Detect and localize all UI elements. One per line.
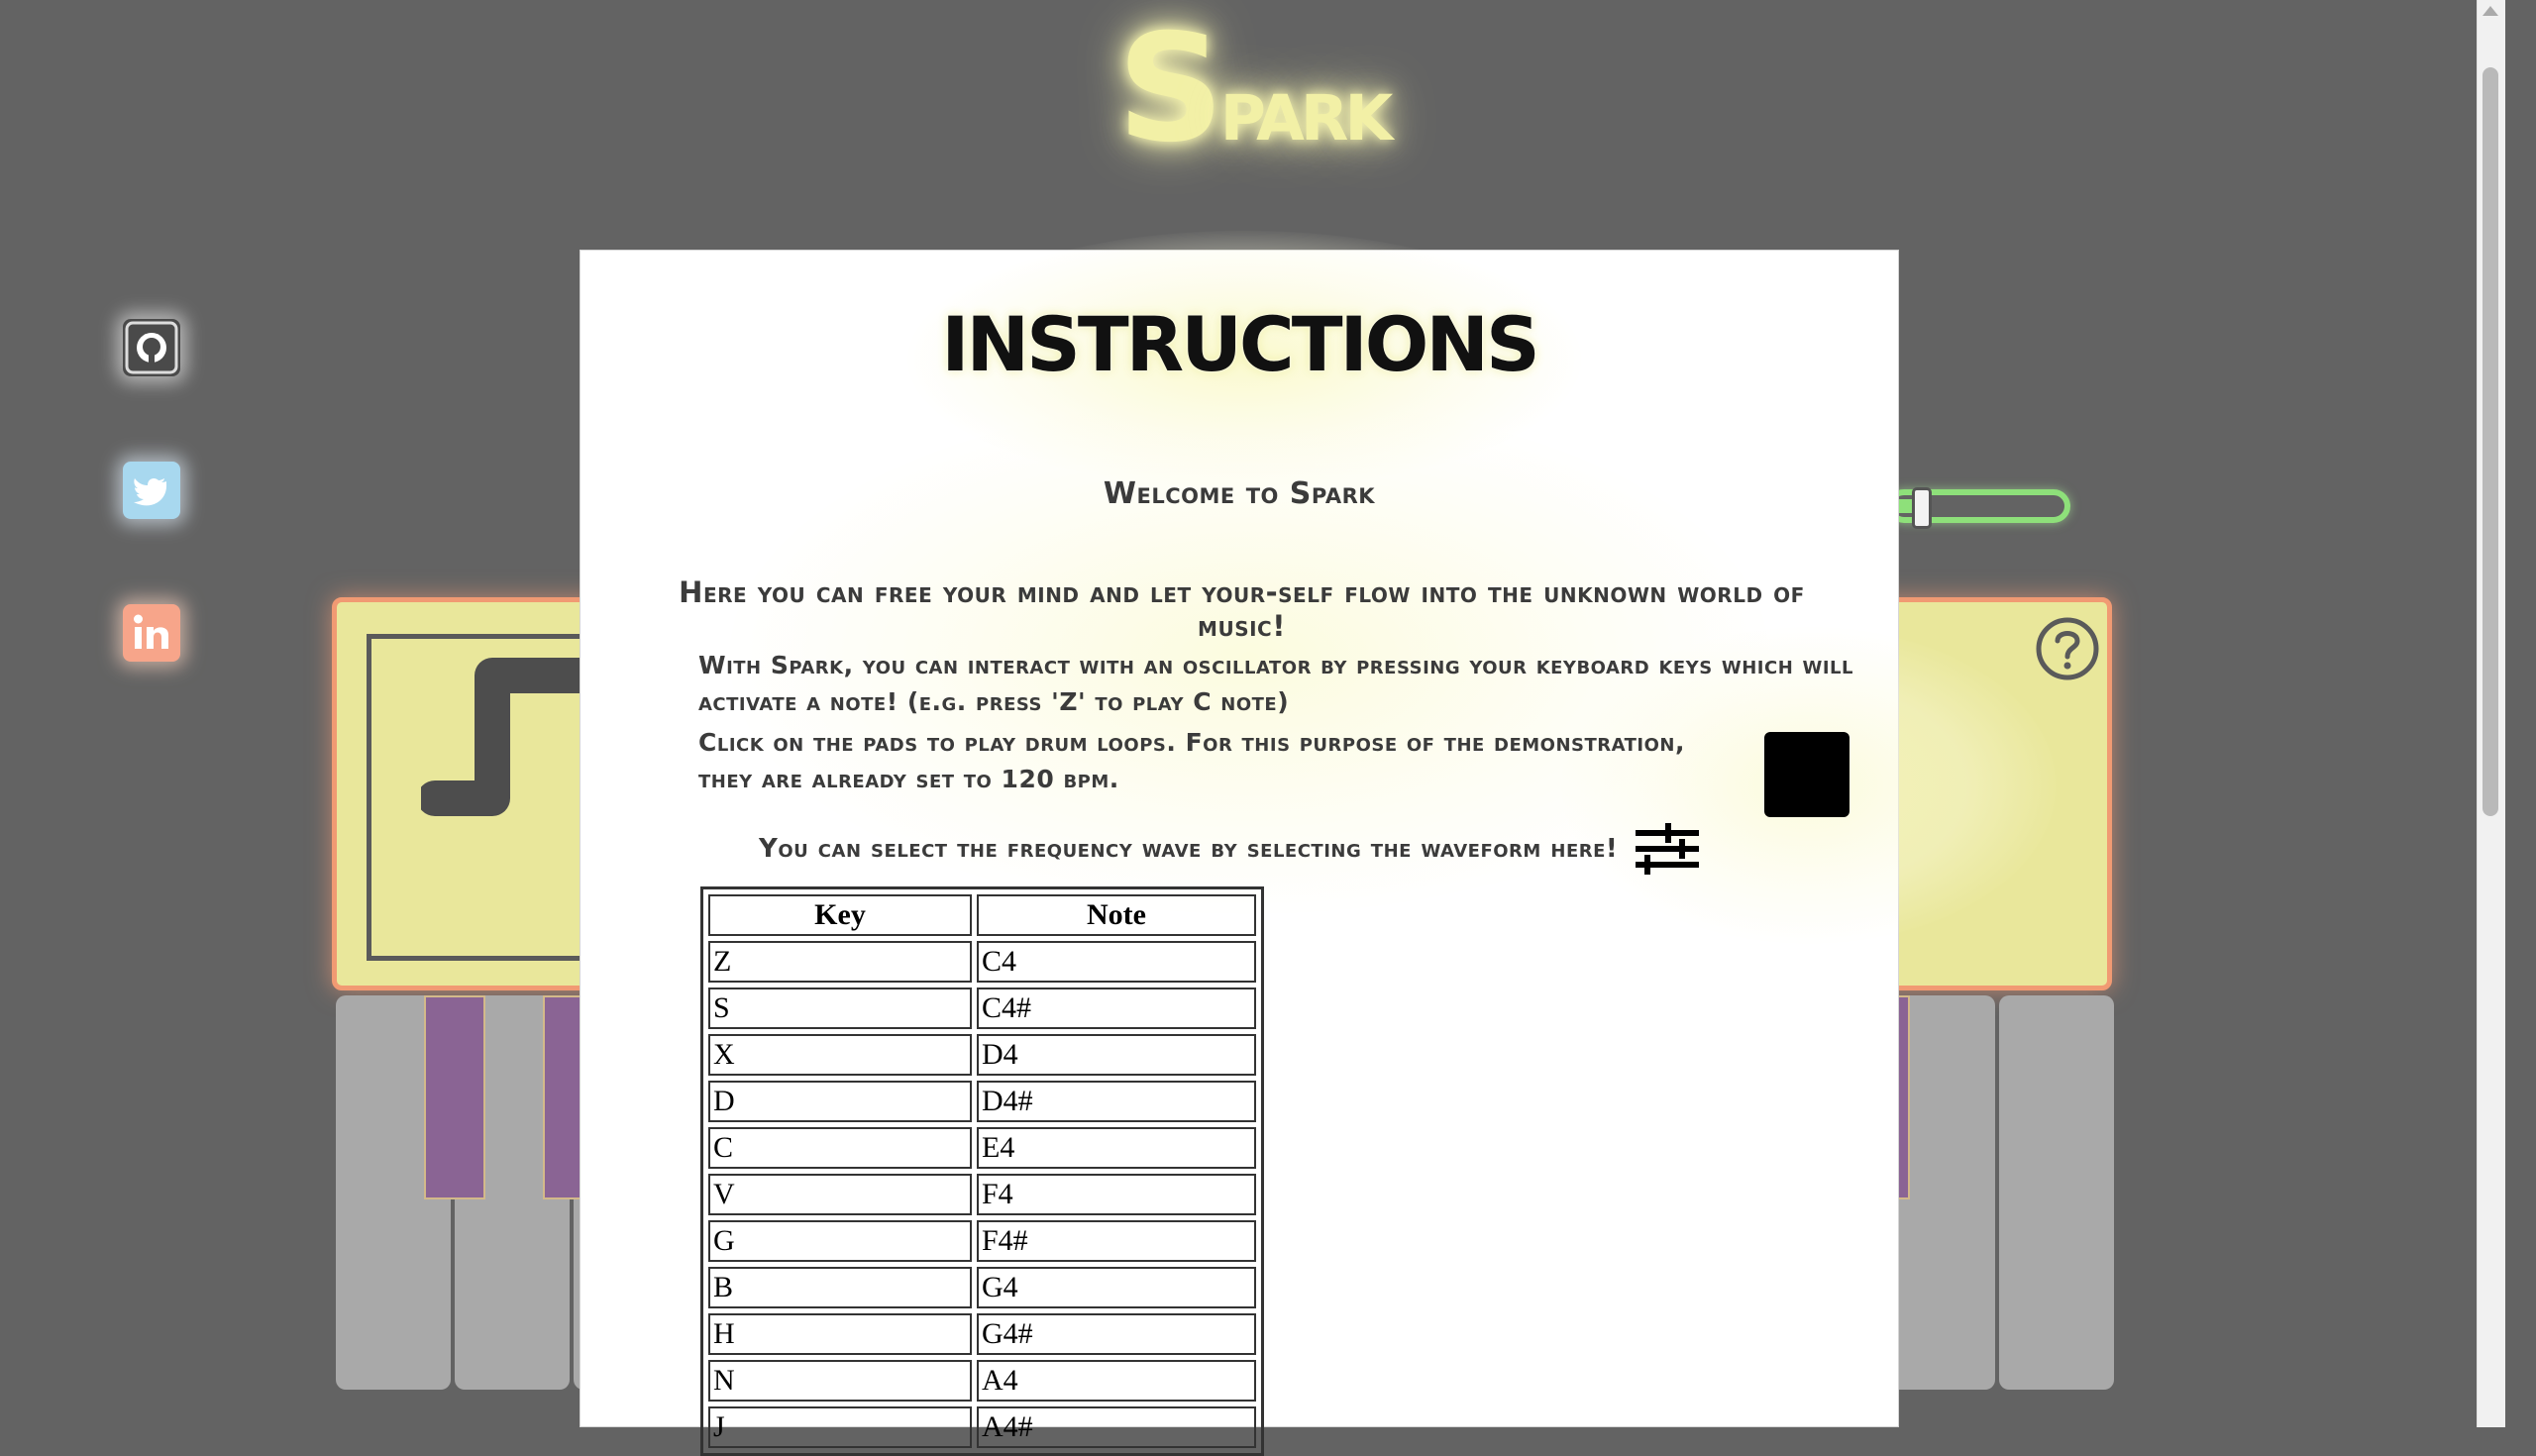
table-row: H G4# [708,1313,1256,1355]
table-row: D D4# [708,1081,1256,1122]
key-cell: G [708,1220,972,1262]
note-cell: C4# [977,988,1256,1029]
table-row: N A4 [708,1360,1256,1402]
note-cell: G4# [977,1313,1256,1355]
note-cell: D4# [977,1081,1256,1122]
modal-title: INSTRUCTIONS [941,300,1540,388]
sliders-icon[interactable] [1635,821,1699,877]
waveform-instruction: You can select the frequency wave by sel… [759,821,1759,877]
piano-black-key[interactable] [424,995,485,1199]
note-cell: F4# [977,1220,1256,1262]
table-header-row: Key Note [708,894,1256,936]
key-cell: H [708,1313,972,1355]
note-cell: A4 [977,1360,1256,1402]
scroll-up-arrow-icon[interactable] [2483,6,2498,16]
key-cell: J [708,1406,972,1448]
oscillator-text: With Spark, you can interact with an osc… [698,651,1853,716]
table-row: B G4 [708,1267,1256,1308]
intro-text: Here you can free your mind and let your… [679,575,1805,643]
note-cell: A4# [977,1406,1256,1448]
note-cell: E4 [977,1127,1256,1169]
note-cell: G4 [977,1267,1256,1308]
twitter-link[interactable] [123,462,180,519]
note-cell: D4 [977,1034,1256,1076]
table-row: G F4# [708,1220,1256,1262]
question-circle-icon[interactable] [2033,614,2102,683]
key-cell: S [708,988,972,1029]
column-header-note: Note [977,894,1256,936]
table-row: J A4# [708,1406,1256,1448]
github-link[interactable] [123,319,180,376]
volume-slider-thumb[interactable] [1912,487,1932,529]
welcome-heading: Welcome to Spark [1103,476,1376,511]
twitter-icon [134,477,167,506]
table-row: S C4# [708,988,1256,1029]
key-cell: D [708,1081,972,1122]
column-header-key: Key [708,894,972,936]
table-row: V F4 [708,1174,1256,1215]
key-cell: C [708,1127,972,1169]
table-row: X D4 [708,1034,1256,1076]
linkedin-link[interactable] [123,604,180,662]
key-cell: X [708,1034,972,1076]
waveform-text: You can select the frequency wave by sel… [759,834,1619,864]
app-logo: Spark [1116,3,1394,175]
key-note-table: Key Note Z C4 S C4# X D4 D D4# C E4 V F4 G F4# … [700,886,1264,1456]
key-cell: Z [708,941,972,983]
key-cell: V [708,1174,972,1215]
table-row: C E4 [708,1127,1256,1169]
scrollbar-thumb[interactable] [2483,67,2498,816]
key-cell: N [708,1360,972,1402]
table-row: Z C4 [708,941,1256,983]
square-wave-icon [421,658,599,816]
linkedin-icon [134,614,168,649]
instructions-modal: INSTRUCTIONS Welcome to Spark Here you c… [580,231,2057,1456]
note-cell: F4 [977,1174,1256,1215]
piano-white-key[interactable] [1999,995,2114,1390]
drums-text: Click on the pads to play drum loops. Fo… [698,728,1685,793]
stop-button[interactable] [1764,732,1849,817]
github-icon [125,321,178,374]
key-cell: B [708,1267,972,1308]
note-cell: C4 [977,941,1256,983]
